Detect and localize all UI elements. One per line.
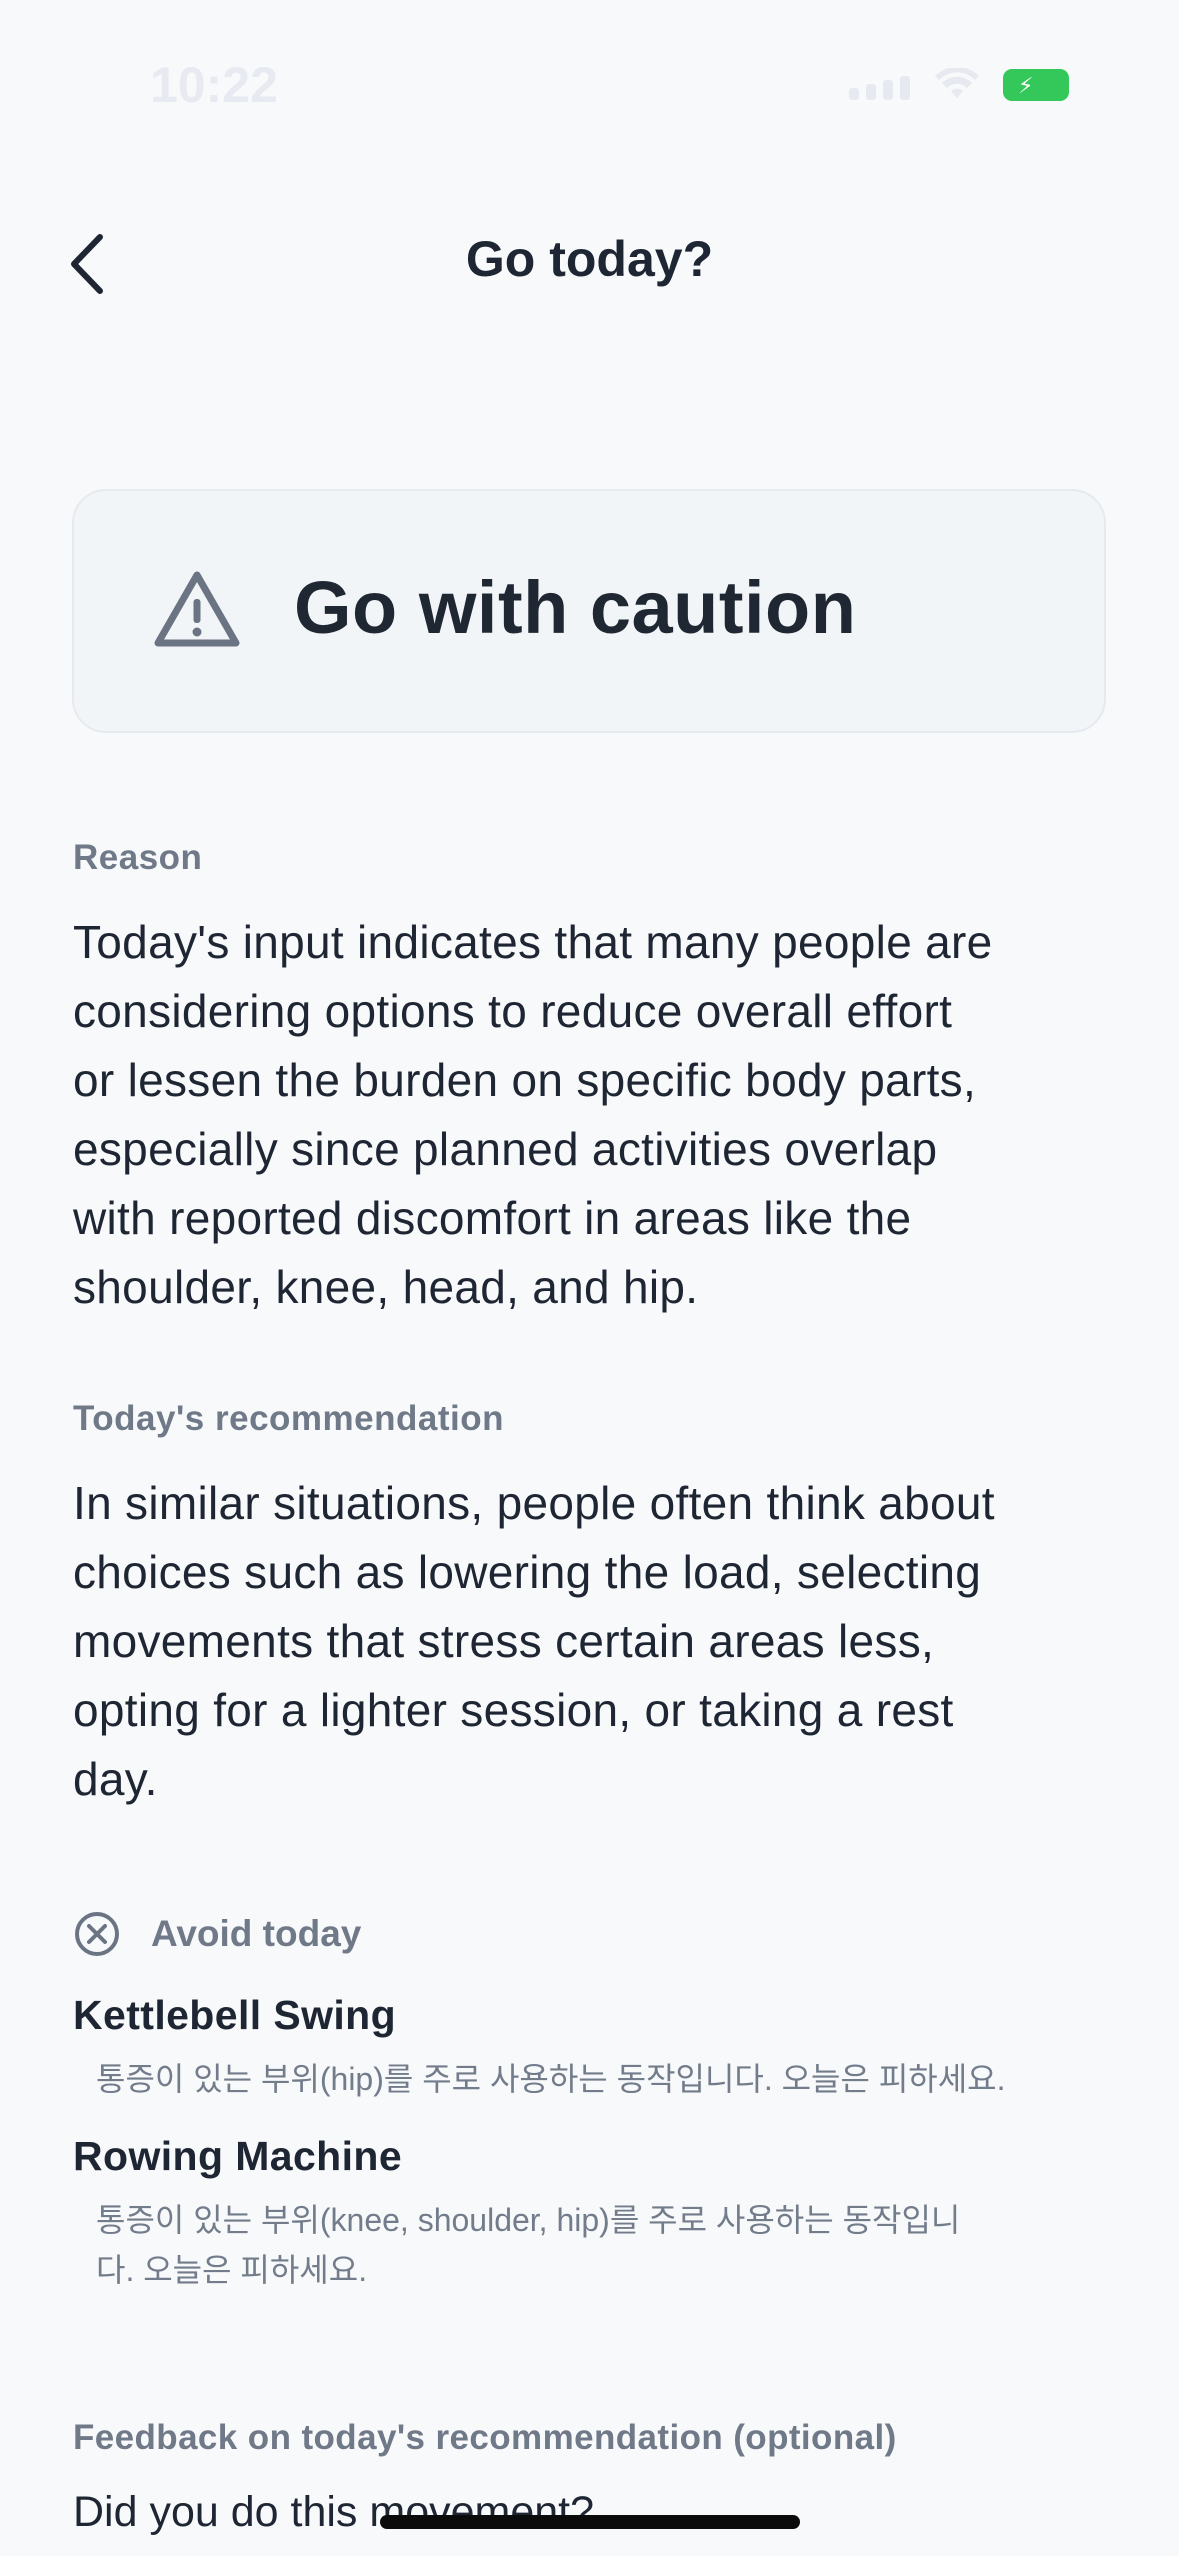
reason-text: Today's input indicates that many people… — [73, 908, 1113, 1322]
cellular-signal-icon — [849, 70, 911, 100]
reason-line: or lessen the burden on specific body pa… — [73, 1054, 977, 1106]
avoid-item-description: 통증이 있는 부위(knee, shoulder, hip)를 주로 사용하는 … — [96, 2195, 1096, 2295]
status-time: 10:22 — [150, 57, 278, 113]
recommendation-line: opting for a lighter session, or taking … — [73, 1684, 954, 1736]
reason-line: shoulder, knee, head, and hip. — [73, 1261, 699, 1313]
status-bar: 10:22 ⚡ — [0, 0, 1179, 150]
reason-label: Reason — [73, 838, 203, 877]
recommendation-line: day. — [73, 1753, 158, 1805]
recommendation-line: In similar situations, people often thin… — [73, 1477, 995, 1529]
status-icons: ⚡ — [849, 68, 1069, 102]
battery-icon: ⚡ — [1003, 69, 1069, 101]
avoid-item-desc-line: 통증이 있는 부위(knee, shoulder, hip)를 주로 사용하는 … — [96, 2202, 961, 2238]
reason-line: with reported discomfort in areas like t… — [73, 1192, 912, 1244]
recommendation-line: movements that stress certain areas less… — [73, 1615, 935, 1667]
avoid-item-description: 통증이 있는 부위(hip)를 주로 사용하는 동작입니다. 오늘은 피하세요. — [96, 2054, 1096, 2104]
reason-line: especially since planned activities over… — [73, 1123, 938, 1175]
avoid-today-label: Avoid today — [151, 1913, 362, 1954]
home-indicator[interactable] — [380, 2515, 800, 2529]
feedback-question: Did you do this movement? — [73, 2488, 595, 2536]
feedback-label: Feedback on today's recommendation (opti… — [73, 2418, 897, 2457]
reason-line: considering options to reduce overall ef… — [73, 985, 953, 1037]
navigation-bar: Go today? — [0, 200, 1179, 330]
page-title: Go today? — [465, 231, 714, 287]
verdict-label: Go with caution — [294, 566, 857, 649]
reason-line: Today's input indicates that many people… — [73, 916, 993, 968]
avoid-item-title: Rowing Machine — [73, 2133, 403, 2179]
warning-triangle-icon — [154, 571, 240, 647]
avoid-item-desc-line: 통증이 있는 부위(hip)를 주로 사용하는 동작입니다. 오늘은 피하세요. — [96, 2061, 1006, 2097]
avoid-today-header: Avoid today — [73, 1910, 361, 1958]
avoid-item-title: Kettlebell Swing — [73, 1992, 397, 2038]
x-circle-icon — [75, 1912, 119, 1956]
verdict-card: Go with caution — [72, 489, 1106, 733]
avoid-item-desc-line: 다. 오늘은 피하세요. — [96, 2252, 368, 2288]
wifi-icon — [935, 68, 979, 98]
recommendation-label: Today's recommendation — [73, 1399, 504, 1438]
recommendation-line: choices such as lowering the load, selec… — [73, 1546, 982, 1598]
recommendation-text: In similar situations, people often thin… — [73, 1469, 1113, 1814]
